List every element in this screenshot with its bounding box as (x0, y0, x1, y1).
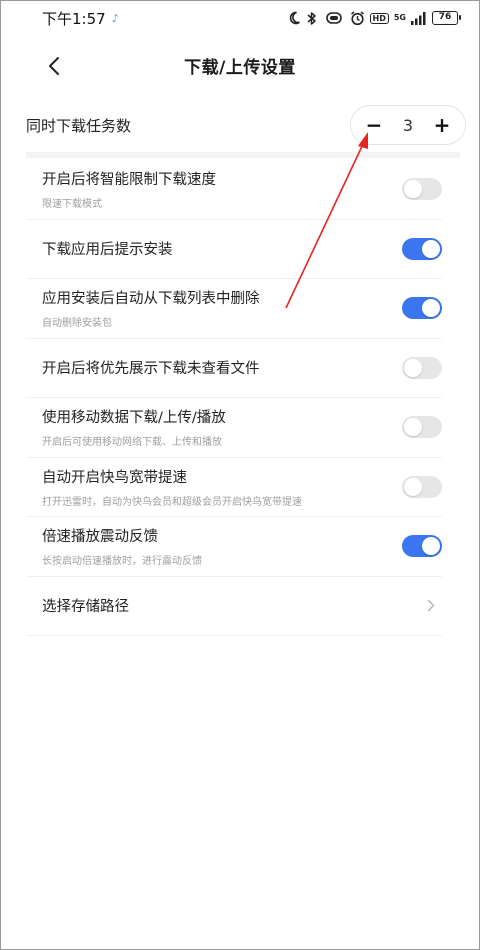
setting-text: 使用移动数据下载/上传/播放 开启后可使用移动网络下载、上传和播放 (42, 406, 226, 448)
setting-speed-limit: 开启后将智能限制下载速度 限速下载模式 (26, 160, 442, 220)
decrement-button[interactable]: − (365, 115, 383, 135)
bluetooth-icon (307, 11, 316, 25)
setting-unviewed-first: 开启后将优先展示下载未查看文件 (26, 339, 442, 398)
page-title: 下载/上传设置 (184, 57, 296, 78)
vibrate-icon (325, 12, 342, 24)
setting-text: 应用安装后自动从下载列表中删除 自动删除安装包 (42, 287, 260, 329)
setting-subtitle: 自动删除安装包 (42, 318, 112, 330)
concurrent-downloads-label: 同时下载任务数 (26, 116, 132, 135)
storage-path-label: 选择存储路径 (42, 599, 129, 616)
setting-title: 下载应用后提示安装 (42, 242, 173, 259)
setting-text: 开启后将智能限制下载速度 限速下载模式 (42, 168, 216, 210)
section-divider (26, 152, 460, 158)
concurrent-downloads-row: 同时下载任务数 − 3 + (26, 100, 466, 150)
setting-subtitle: 长按启动倍速播放时，进行震动反馈 (42, 556, 202, 568)
speed-limit-toggle[interactable] (402, 178, 442, 201)
hd-icon: HD (369, 12, 389, 24)
toggle-knob (404, 180, 422, 199)
setting-speed-vibration: 倍速播放震动反馈 长按启动倍速播放时，进行震动反馈 (26, 517, 442, 577)
setting-subtitle: 限速下载模式 (42, 199, 102, 211)
setting-title: 应用安装后自动从下载列表中删除 (42, 291, 260, 308)
broadband-boost-toggle[interactable] (402, 475, 442, 498)
back-button[interactable] (40, 52, 68, 80)
setting-title: 自动开启快鸟宽带提速 (42, 469, 187, 486)
setting-title: 倍速播放震动反馈 (42, 529, 158, 546)
network-type: 5G (394, 14, 406, 22)
status-bar: 下午1:57 ♪ HD 5G 76 (0, 0, 480, 36)
mobile-data-toggle[interactable] (402, 416, 442, 439)
toggle-knob (422, 239, 440, 258)
setting-title: 开启后将智能限制下载速度 (42, 172, 216, 189)
setting-title: 开启后将优先展示下载未查看文件 (42, 361, 260, 378)
signal-icon (411, 11, 426, 25)
network-label: 5G (393, 13, 406, 22)
music-note-icon: ♪ (111, 11, 119, 25)
toggle-knob (404, 477, 422, 496)
setting-text: 下载应用后提示安装 (42, 238, 173, 259)
battery-icon: 76 (432, 11, 461, 25)
toggle-knob (404, 418, 422, 437)
setting-install-prompt: 下载应用后提示安装 (26, 220, 442, 279)
status-left: 下午1:57 ♪ (42, 8, 119, 29)
speed-vibration-toggle[interactable] (402, 535, 442, 558)
toggle-knob (422, 537, 440, 556)
increment-button[interactable]: + (433, 115, 451, 135)
setting-text: 自动开启快鸟宽带提速 打开迅雷时，自动为快鸟会员和超级会员开启快鸟宽带提速 (42, 466, 302, 508)
moon-icon (289, 11, 300, 25)
chevron-left-icon (49, 57, 59, 75)
status-icons: HD 5G 76 (287, 10, 461, 26)
setting-subtitle: 开启后可使用移动网络下载、上传和播放 (42, 437, 222, 449)
stepper-value: 3 (402, 115, 414, 135)
concurrent-downloads-stepper: − 3 + (350, 105, 466, 145)
setting-broadband-boost: 自动开启快鸟宽带提速 打开迅雷时，自动为快鸟会员和超级会员开启快鸟宽带提速 (26, 458, 442, 517)
chevron-right-icon (424, 599, 438, 613)
battery-level: 76 (438, 12, 452, 22)
status-time: 下午1:57 (42, 9, 106, 28)
setting-title: 使用移动数据下载/上传/播放 (42, 410, 226, 427)
auto-delete-toggle[interactable] (402, 297, 442, 320)
setting-text: 倍速播放震动反馈 长按启动倍速播放时，进行震动反馈 (42, 525, 202, 567)
toggle-knob (422, 299, 440, 318)
install-prompt-toggle[interactable] (402, 237, 442, 260)
alarm-icon (350, 10, 364, 25)
storage-path-row[interactable]: 选择存储路径 (26, 577, 442, 636)
unviewed-first-toggle[interactable] (402, 356, 442, 379)
setting-auto-delete: 应用安装后自动从下载列表中删除 自动删除安装包 (26, 279, 442, 339)
toggle-knob (404, 358, 422, 377)
settings-list: 开启后将智能限制下载速度 限速下载模式 下载应用后提示安装 应用安装后自动从下载… (26, 160, 442, 636)
setting-text: 开启后将优先展示下载未查看文件 (42, 357, 260, 378)
setting-text: 选择存储路径 (42, 595, 129, 616)
page-header: 下载/上传设置 (0, 40, 480, 90)
setting-mobile-data: 使用移动数据下载/上传/播放 开启后可使用移动网络下载、上传和播放 (26, 398, 442, 458)
setting-subtitle: 打开迅雷时，自动为快鸟会员和超级会员开启快鸟宽带提速 (42, 496, 302, 508)
